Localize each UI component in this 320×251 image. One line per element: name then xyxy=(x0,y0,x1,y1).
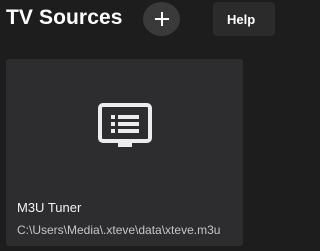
add-source-button[interactable] xyxy=(143,2,180,36)
source-path: C:\Users\Media\.xteve\data\xteve.m3u xyxy=(17,223,221,237)
page-title: TV Sources xyxy=(6,6,123,29)
source-card[interactable]: M3U Tuner C:\Users\Media\.xteve\data\xte… xyxy=(6,59,243,246)
help-button[interactable]: Help xyxy=(213,2,275,36)
tv-list-icon xyxy=(98,103,152,147)
plus-icon xyxy=(154,12,169,26)
source-name: M3U Tuner xyxy=(17,200,82,215)
page-header: TV Sources Help xyxy=(0,0,275,40)
